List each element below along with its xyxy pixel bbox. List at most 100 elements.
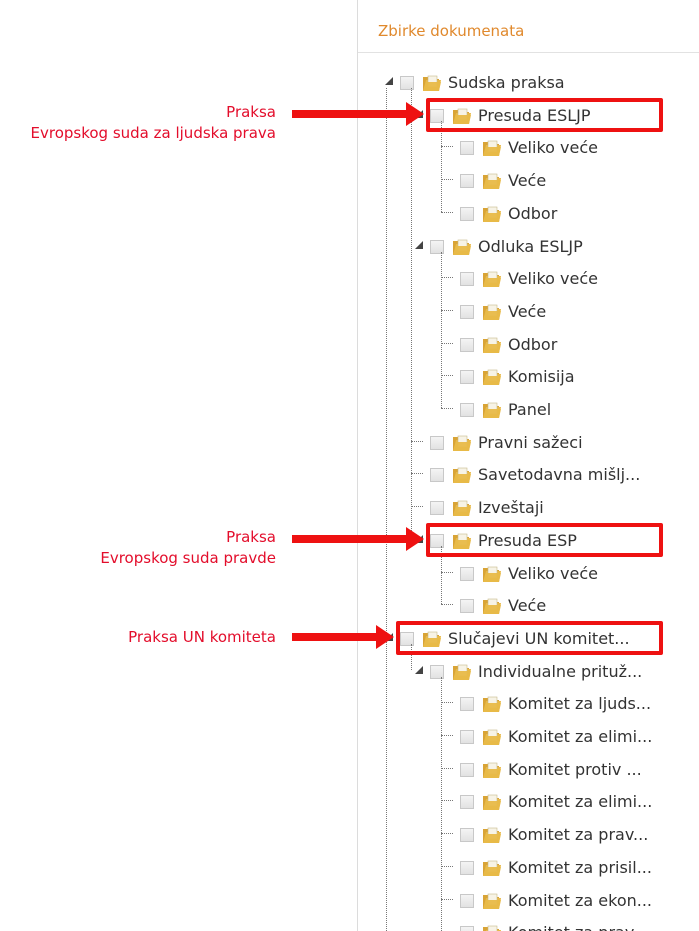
node-checkbox[interactable] <box>460 567 474 581</box>
tree-node-label[interactable]: Veliko veće <box>508 138 598 158</box>
tree-node-label[interactable]: Panel <box>508 400 551 420</box>
node-checkbox[interactable] <box>460 272 474 286</box>
expand-toggle-icon[interactable] <box>414 665 424 675</box>
tree-node-label[interactable]: Veliko veće <box>508 564 598 584</box>
node-checkbox[interactable] <box>430 468 444 482</box>
node-checkbox[interactable] <box>460 828 474 842</box>
tree-connector-line <box>441 768 453 769</box>
node-checkbox[interactable] <box>460 370 474 384</box>
folder-icon <box>452 499 472 517</box>
tree-node-label[interactable]: Komitet za elimi... <box>508 792 652 812</box>
folder-icon <box>482 793 502 811</box>
folder-icon <box>482 139 502 157</box>
tree-node-label[interactable]: Komitet za prav... <box>508 923 648 931</box>
node-checkbox[interactable] <box>460 861 474 875</box>
tree-node-label[interactable]: Veće <box>508 596 546 616</box>
tree-connector-line <box>411 506 423 507</box>
folder-icon <box>482 172 502 190</box>
folder-icon <box>482 401 502 419</box>
tree-connector-line <box>441 212 453 213</box>
node-checkbox[interactable] <box>460 763 474 777</box>
tree-connector-line <box>441 899 453 900</box>
tree-connector-line <box>441 735 453 736</box>
folder-icon <box>482 892 502 910</box>
node-checkbox[interactable] <box>460 697 474 711</box>
expand-toggle-icon[interactable] <box>414 240 424 250</box>
tree-connector-line <box>441 179 453 180</box>
folder-icon <box>482 565 502 583</box>
tree-node-label[interactable]: Komisija <box>508 367 575 387</box>
node-checkbox[interactable] <box>460 599 474 613</box>
tree-connector-line <box>411 473 423 474</box>
tree-node-label[interactable]: Veliko veće <box>508 269 598 289</box>
tree-node-label[interactable]: Pravni sažeci <box>478 433 583 453</box>
tree-node-label[interactable]: Komitet za ljuds... <box>508 694 651 714</box>
tree-connector-line <box>441 343 453 344</box>
tree-node-label[interactable]: Komitet za elimi... <box>508 727 652 747</box>
annotation-line: Praksa <box>226 103 276 121</box>
tree-node-label[interactable]: Izveštaji <box>478 498 544 518</box>
tree-connector-line <box>441 800 453 801</box>
tree-connector-line <box>441 375 453 376</box>
folder-icon <box>452 663 472 681</box>
folder-icon <box>482 597 502 615</box>
annotation-line: Evropskog suda za ljudska prava <box>30 124 276 142</box>
node-checkbox[interactable] <box>460 141 474 155</box>
tree-node-label[interactable]: Odbor <box>508 204 557 224</box>
folder-icon <box>482 761 502 779</box>
node-checkbox[interactable] <box>430 501 444 515</box>
tree-connector-line <box>441 572 453 573</box>
tree-connector-line <box>441 604 453 605</box>
annotation-line: Praksa <box>226 528 276 546</box>
tree-node-label[interactable]: Odbor <box>508 335 557 355</box>
folder-icon <box>482 336 502 354</box>
annotation-label: Praksa UN komiteta <box>128 627 276 648</box>
tree-node-label[interactable]: Savetodavna mišlj... <box>478 465 640 485</box>
folder-icon <box>482 303 502 321</box>
tree-node-label[interactable]: Komitet za prisil... <box>508 858 652 878</box>
tree-connector-line <box>441 408 453 409</box>
node-checkbox[interactable] <box>460 730 474 744</box>
annotation-label: Praksa Evropskog suda pravde <box>100 527 276 569</box>
node-checkbox[interactable] <box>460 338 474 352</box>
tree-guide-line <box>441 677 442 931</box>
node-checkbox[interactable] <box>430 436 444 450</box>
folder-icon <box>452 238 472 256</box>
folder-icon <box>482 695 502 713</box>
folder-icon <box>482 205 502 223</box>
tree-connector-line <box>441 146 453 147</box>
tree-guide-line <box>386 88 387 931</box>
tree-node-label[interactable]: Veće <box>508 171 546 191</box>
node-checkbox[interactable] <box>460 207 474 221</box>
folder-icon <box>482 826 502 844</box>
folder-icon <box>452 434 472 452</box>
node-checkbox[interactable] <box>460 894 474 908</box>
tree-node-label[interactable]: Veće <box>508 302 546 322</box>
annotation-label: Praksa Evropskog suda za ljudska prava <box>31 102 276 144</box>
folder-icon <box>482 728 502 746</box>
node-checkbox[interactable] <box>460 305 474 319</box>
callout-arrow <box>292 625 394 649</box>
tree-connector-line <box>441 310 453 311</box>
node-checkbox[interactable] <box>460 174 474 188</box>
expand-toggle-icon[interactable] <box>384 76 394 86</box>
folder-icon <box>422 74 442 92</box>
highlight-box <box>426 523 663 557</box>
node-checkbox[interactable] <box>460 926 474 931</box>
screenshot-canvas: Zbirke dokumenata Sudska praksa Presuda E… <box>0 0 699 931</box>
node-checkbox[interactable] <box>460 795 474 809</box>
folder-icon <box>482 924 502 931</box>
annotation-line: Praksa UN komiteta <box>128 628 276 646</box>
tree-node-label[interactable]: Komitet za ekon... <box>508 891 652 911</box>
tree-node-label[interactable]: Sudska praksa <box>448 73 565 93</box>
folder-icon <box>452 466 472 484</box>
tree-node-label[interactable]: Komitet protiv ... <box>508 760 642 780</box>
tree-node-label[interactable]: Individualne prituž... <box>478 662 642 682</box>
folder-icon <box>482 368 502 386</box>
tree-node-label[interactable]: Komitet za prav... <box>508 825 648 845</box>
folder-icon <box>482 270 502 288</box>
tree-node-label[interactable]: Odluka ESLJP <box>478 237 583 257</box>
node-checkbox[interactable] <box>460 403 474 417</box>
highlight-box <box>396 621 663 655</box>
tree-connector-line <box>441 277 453 278</box>
